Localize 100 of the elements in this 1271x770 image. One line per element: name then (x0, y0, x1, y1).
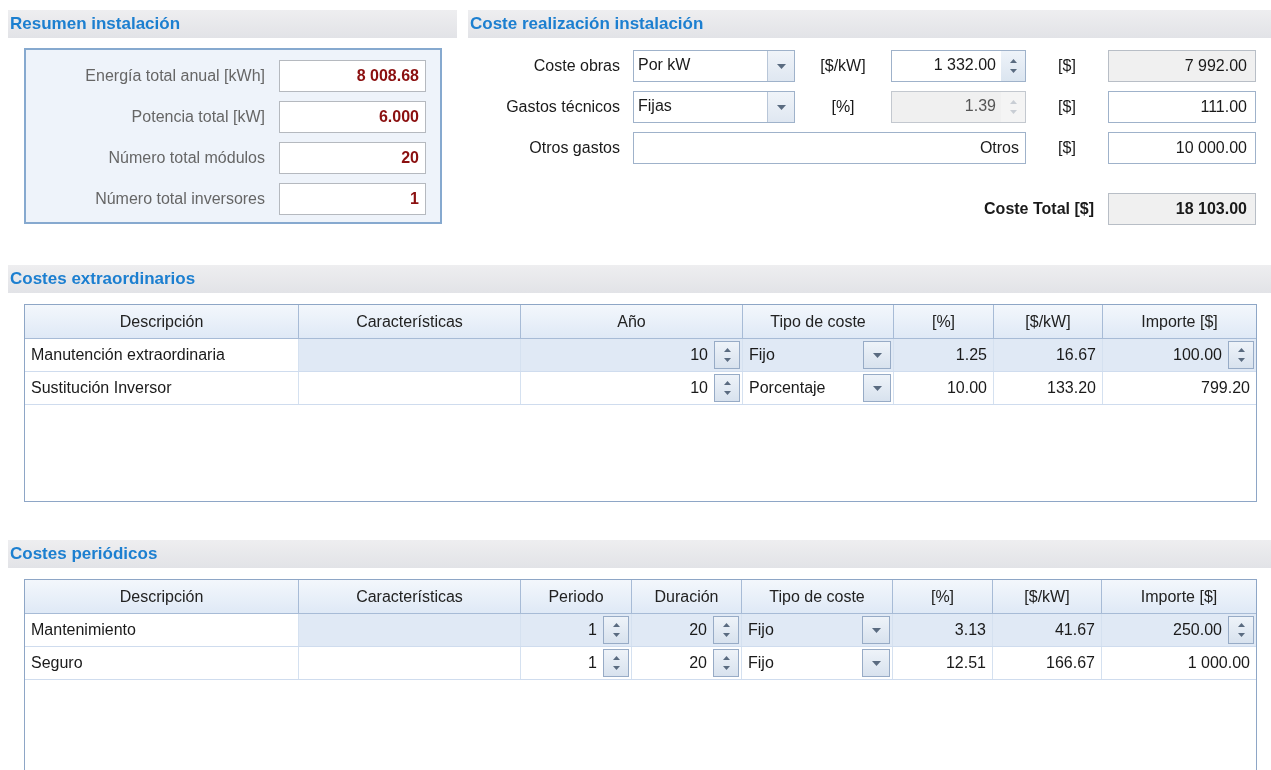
section-title: Resumen instalación (10, 14, 181, 34)
column-header[interactable]: [$/kW] (994, 305, 1103, 338)
caret-icon (871, 660, 881, 666)
spin-button[interactable] (714, 374, 740, 402)
table-cell-text: 799.20 (1200, 379, 1251, 397)
spin-button[interactable] (713, 649, 739, 677)
table-cell-text: 250.00 (1172, 621, 1223, 639)
field-label: Coste obras (532, 57, 620, 75)
table-row[interactable]: Sustitución Inversor 10 Porcentaje 10.00 133.20 799.20 (25, 372, 1256, 405)
value-field: 8 008.68 (279, 60, 426, 92)
table-cell-text: Manutención extraordinaria (30, 346, 226, 364)
spinner-icon (723, 347, 731, 363)
table-cell-text: Fijo (747, 654, 775, 672)
amount-field: 10 000.00 (1108, 132, 1256, 164)
section-title: Costes extraordinarios (10, 269, 196, 289)
value-field: 1 (279, 183, 426, 215)
amount-field: 7 992.00 (1108, 50, 1256, 82)
value-field: 6.000 (279, 101, 426, 133)
dropdown-button[interactable] (863, 374, 891, 402)
table-cell-text: 20 (688, 654, 708, 672)
spin-button[interactable] (603, 649, 629, 677)
spinner-icon (1237, 347, 1245, 363)
table-cell-text: 10.00 (945, 379, 988, 397)
dropdown-field[interactable]: Por kW (633, 50, 795, 82)
spinner-icon (1237, 622, 1245, 638)
column-header[interactable]: Importe [$] (1103, 305, 1256, 338)
caret-icon (776, 104, 786, 110)
column-header[interactable]: Año (521, 305, 743, 338)
spin-button[interactable] (603, 616, 629, 644)
caret-icon (871, 627, 881, 633)
value-field: 20 (279, 142, 426, 174)
dropdown-button[interactable] (862, 616, 890, 644)
table-cell-text: Seguro (30, 654, 84, 672)
table-cell-text: 166.67 (1045, 654, 1096, 672)
spin-button[interactable] (1228, 341, 1254, 369)
dropdown-field[interactable]: Fijas (633, 91, 795, 123)
table-cell-text: Mantenimiento (30, 621, 137, 639)
total-field: 18 103.00 (1108, 193, 1256, 225)
caret-icon (872, 352, 882, 358)
spinner-icon (612, 622, 620, 638)
table-cell-text: 100.00 (1172, 346, 1223, 364)
unit-label: [$/kW] (819, 57, 867, 75)
table-cell-text: 1 (587, 654, 598, 672)
table-cell-text: 12.51 (944, 654, 987, 672)
section-title: Coste realización instalación (470, 14, 704, 34)
field-label: Gastos técnicos (505, 98, 620, 116)
table-cell-text: 1.25 (954, 346, 988, 364)
table-row[interactable]: Seguro 1 20 Fijo 12.51 166.67 1 000.00 (25, 647, 1256, 680)
column-header[interactable]: Características (299, 580, 521, 613)
spin-button[interactable] (713, 616, 739, 644)
column-header[interactable]: [%] (893, 580, 993, 613)
table-cell-text: 133.20 (1046, 379, 1097, 397)
field-label: Número total inversores (95, 190, 265, 208)
table-cell-text: 10 (689, 379, 709, 397)
spinner-icon (723, 380, 731, 396)
table-row[interactable]: Manutención extraordinaria 10 Fijo 1.25 16.67 100.00 (25, 339, 1256, 372)
unit-label: [$] (1057, 57, 1077, 75)
spinner-icon (722, 655, 730, 671)
table-cell-text: 41.67 (1053, 621, 1096, 639)
field-label: Potencia total [kW] (131, 108, 265, 126)
table-cell-text: Porcentaje (748, 379, 827, 397)
column-header[interactable]: [$/kW] (993, 580, 1102, 613)
section-title: Costes periódicos (10, 544, 158, 564)
column-header[interactable]: Duración (632, 580, 742, 613)
text-field[interactable]: Otros (633, 132, 1026, 164)
table-cell-text: Sustitución Inversor (30, 379, 173, 397)
total-label: Coste Total [$] (984, 200, 1094, 218)
table-cell-text: 1 (587, 621, 598, 639)
table-cell-text: 10 (689, 346, 709, 364)
unit-label: [$] (1057, 98, 1077, 116)
table-cell-text: Fijo (748, 346, 776, 364)
spinner-icon (722, 622, 730, 638)
table-cell-text: 1 000.00 (1186, 654, 1251, 672)
amount-field: 111.00 (1108, 91, 1256, 123)
unit-label: [%] (830, 98, 856, 116)
spin-button[interactable] (1228, 616, 1254, 644)
dropdown-button[interactable] (863, 341, 891, 369)
column-header[interactable]: Descripción (25, 580, 299, 613)
column-header[interactable]: [%] (894, 305, 994, 338)
table-cell-text: 16.67 (1054, 346, 1097, 364)
spinner-icon (1009, 99, 1017, 115)
field-label: Número total módulos (108, 149, 265, 167)
column-header[interactable]: Periodo (521, 580, 632, 613)
number-input[interactable]: 1 332.00 (891, 50, 1026, 82)
table-cell-text: 3.13 (953, 621, 987, 639)
column-header[interactable]: Importe [$] (1102, 580, 1256, 613)
unit-label: [$] (1057, 139, 1077, 157)
table-cell-text: 20 (688, 621, 708, 639)
column-header[interactable]: Características (299, 305, 521, 338)
column-header[interactable]: Tipo de coste (743, 305, 894, 338)
column-header[interactable]: Tipo de coste (742, 580, 893, 613)
caret-icon (776, 63, 786, 69)
field-label: Otros gastos (528, 139, 620, 157)
caret-icon (872, 385, 882, 391)
column-header[interactable]: Descripción (25, 305, 299, 338)
dropdown-button[interactable] (862, 649, 890, 677)
field-label: Energía total anual [kWh] (85, 67, 265, 85)
table-row[interactable]: Mantenimiento 1 20 Fijo 3.13 41.67 250.00 (25, 614, 1256, 647)
spinner-icon (1009, 58, 1017, 74)
spin-button[interactable] (714, 341, 740, 369)
